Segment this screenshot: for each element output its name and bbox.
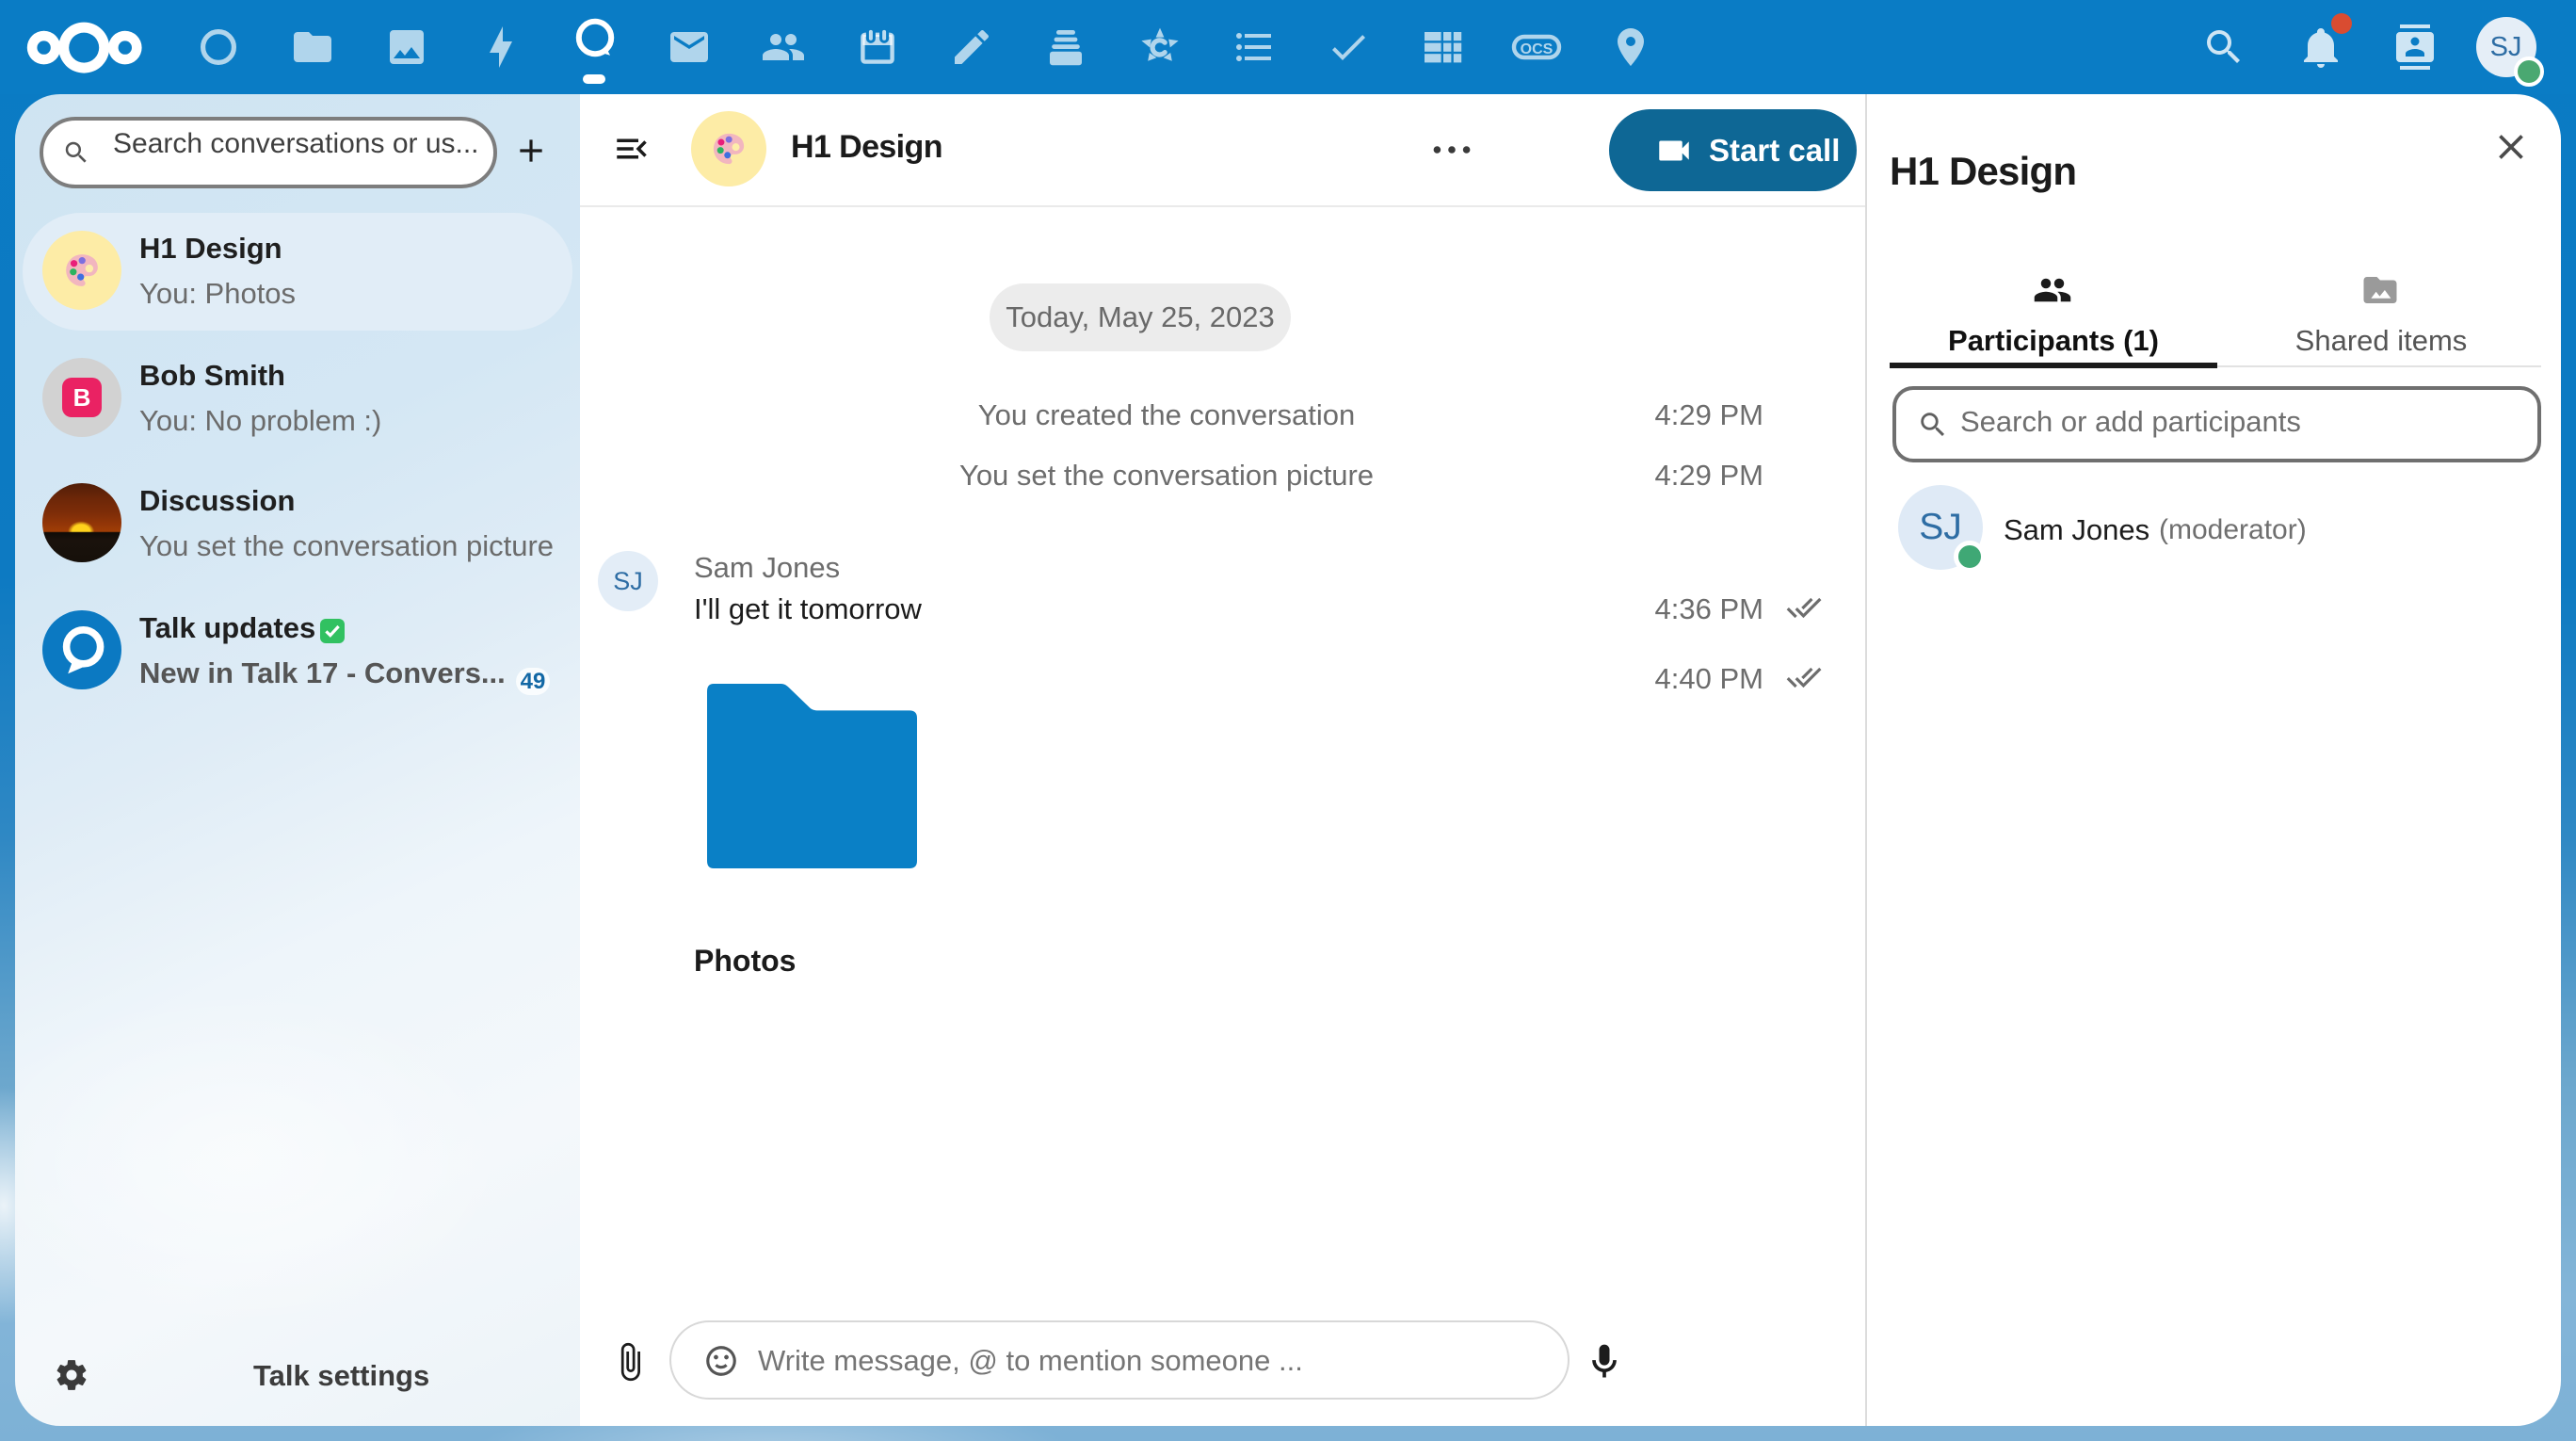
svg-text:OCS: OCS [1521, 41, 1554, 57]
